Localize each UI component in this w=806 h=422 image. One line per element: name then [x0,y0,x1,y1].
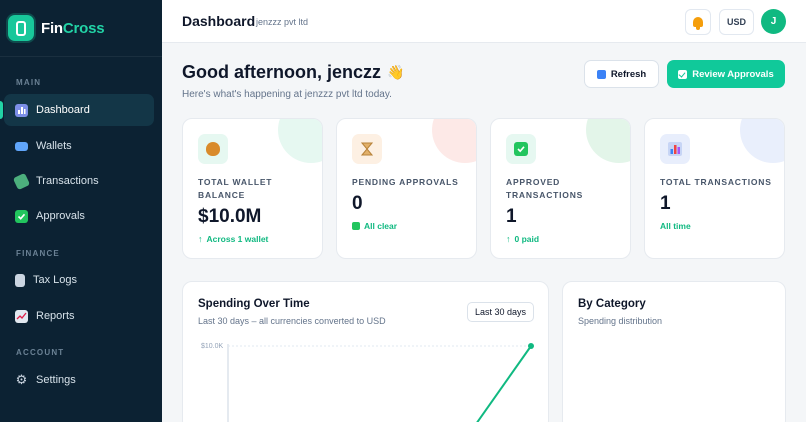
page-title: Dashboard [182,13,256,29]
stat-note: ↑ 0 paid [506,234,540,244]
review-approvals-label: Review Approvals [692,68,774,80]
sidebar-item-label: Tax Logs [33,274,78,286]
line-chart-icon [15,309,28,323]
brand-logo[interactable]: FinCross [8,14,105,42]
by-category-panel: By Category Spending distribution [562,281,786,422]
y-tick-label: $10.0K [201,343,224,350]
card-decoration [278,119,322,163]
stat-card-total-transactions: TOTAL TRANSACTIONS 1 All time [644,118,785,259]
stat-label: TOTAL WALLET BALANCE [198,177,273,200]
review-approvals-button[interactable]: Review Approvals [667,60,785,88]
greeting-text: Good afternoon, jenczz [182,62,382,82]
sidebar-divider [0,56,162,57]
sidebar-item-approvals[interactable]: Approvals [4,200,154,232]
stat-value: 1 [506,206,517,227]
sidebar-item-reports[interactable]: Reports [4,300,154,332]
stat-card-pending-approvals: PENDING APPROVALS 0 All clear [336,118,477,259]
spending-over-time-panel: Spending Over Time Last 30 days – all cu… [182,281,549,422]
sidebar-section-finance: FINANCE [16,249,60,258]
stat-card-wallet-balance: TOTAL WALLET BALANCE $10.0M ↑ Across 1 w… [182,118,323,259]
refresh-icon [596,69,606,79]
greeting-subtitle: Here's what's happening at jenzzz pvt lt… [182,89,392,100]
sidebar-item-dashboard[interactable]: Dashboard [0,94,154,126]
card-decoration [740,119,784,163]
sidebar-item-wallets[interactable]: Wallets [4,130,154,162]
check-box-icon [506,134,536,164]
gear-icon: ⚙ [15,372,28,387]
sidebar-item-label: Reports [36,310,75,322]
panel-title: By Category [578,298,646,310]
notifications-button[interactable] [685,9,711,35]
money-wings-icon [12,172,31,190]
bar-chart-icon [15,103,28,117]
currency-selector[interactable]: USD [719,9,754,35]
stat-note: All time [660,221,691,231]
sidebar-section-account: ACCOUNT [16,348,65,357]
arrow-up-icon: ↑ [506,234,511,244]
card-decoration [432,119,476,163]
stat-label: APPROVED TRANSACTIONS [506,177,584,200]
stat-value: $10.0M [198,206,262,227]
spending-line-chart: $10.0K [201,343,535,422]
stat-label: PENDING APPROVALS [352,177,459,187]
sidebar-item-transactions[interactable]: Transactions [4,165,154,197]
stat-note: ↑ Across 1 wallet [198,234,269,244]
check-box-icon [15,209,28,223]
stat-label: TOTAL TRANSACTIONS [660,177,772,187]
avatar[interactable]: J [761,9,786,34]
company-name: jenzzz pvt ltd [256,17,309,27]
sidebar-item-settings[interactable]: ⚙ Settings [4,364,154,396]
stat-card-approved-transactions: APPROVED TRANSACTIONS 1 ↑ 0 paid [490,118,631,259]
sidebar-item-label: Wallets [36,140,72,152]
hourglass-icon [352,134,382,164]
data-point [528,343,534,349]
brand-name: FinCross [41,19,105,37]
sidebar-section-main: MAIN [16,78,42,87]
sidebar-item-label: Approvals [36,210,85,222]
check-box-icon [352,222,360,230]
card-decoration [586,119,630,163]
arrow-up-icon: ↑ [198,234,203,244]
stat-note: All clear [352,221,397,231]
stat-value: 0 [352,193,363,214]
sidebar-item-tax-logs[interactable]: Tax Logs [4,264,154,296]
panel-subtitle: Spending distribution [578,316,663,326]
stat-value: 1 [660,193,671,214]
sidebar: FinCross MAIN Dashboard Wallets Transact… [0,0,162,422]
refresh-label: Refresh [610,68,647,80]
refresh-button[interactable]: Refresh [584,60,659,88]
money-bag-icon [198,134,228,164]
sidebar-item-label: Transactions [36,175,99,187]
waving-hand-icon: 👋 [387,63,405,80]
fincross-logo-icon [8,15,34,41]
top-header: Dashboard jenzzz pvt ltd USD J [162,0,806,43]
ledger-icon [15,273,25,287]
credit-card-icon [15,141,28,151]
check-box-icon [678,69,688,79]
bell-icon [693,17,703,30]
sidebar-item-label: Settings [36,374,76,386]
greeting-heading: Good afternoon, jenczz 👋 [182,62,405,83]
series-line [476,345,532,422]
bar-chart-icon [660,134,690,164]
sidebar-item-label: Dashboard [36,104,90,116]
